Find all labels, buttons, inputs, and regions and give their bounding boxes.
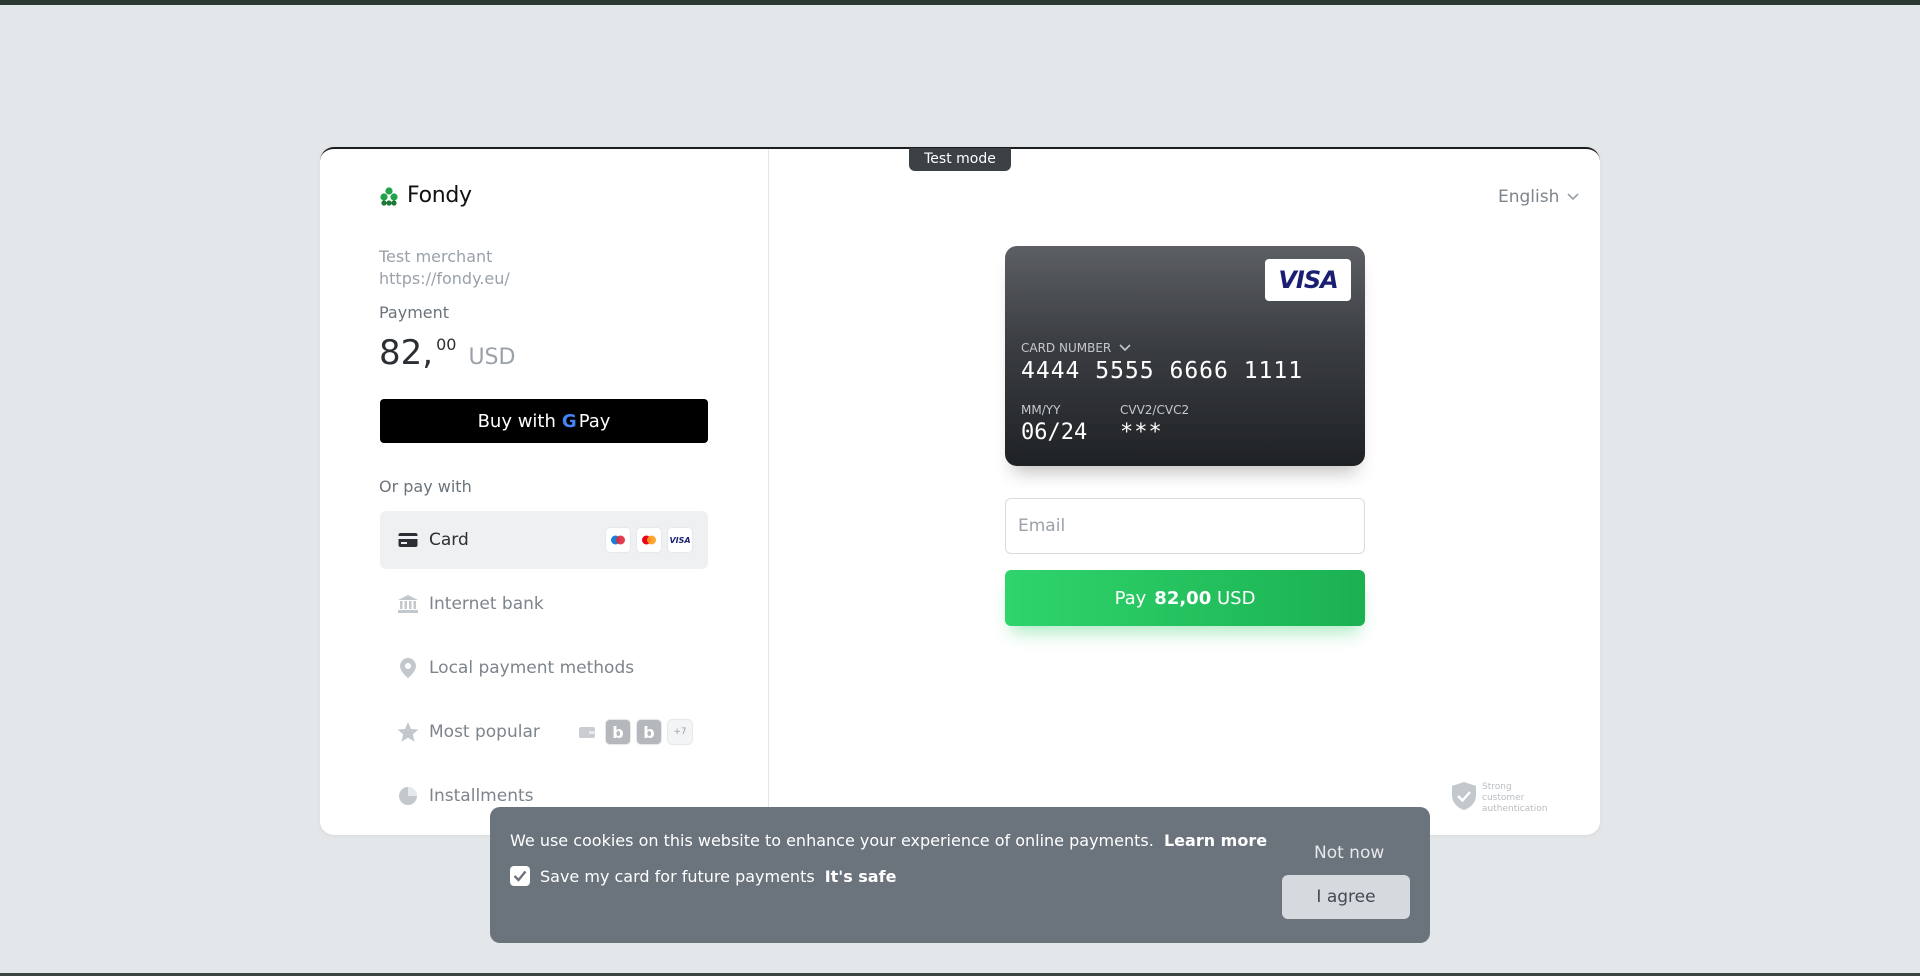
sca-text: Strong customer authentication xyxy=(1482,782,1548,814)
or-pay-with-label: Or pay with xyxy=(379,477,472,496)
more-methods-badge: +7 xyxy=(668,720,692,744)
payment-label: Payment xyxy=(379,303,450,322)
visa-icon: VISA xyxy=(668,528,692,552)
gpay-suffix: Pay xyxy=(578,410,611,432)
wallet-icon xyxy=(575,720,599,744)
merchant-url: https://fondy.eu/ xyxy=(379,269,510,288)
its-safe-link[interactable]: It's safe xyxy=(825,867,897,886)
pie-chart-icon xyxy=(397,785,419,807)
learn-more-link[interactable]: Learn more xyxy=(1164,831,1267,850)
email-field[interactable] xyxy=(1005,498,1365,554)
google-g-icon: G xyxy=(561,410,577,432)
not-now-button[interactable]: Not now xyxy=(1314,843,1384,863)
card-brand-badges: VISA xyxy=(606,528,692,552)
check-icon xyxy=(513,870,527,882)
expiry-label: MM/YY xyxy=(1021,403,1061,417)
method-label: Internet bank xyxy=(429,594,544,614)
mastercard-icon xyxy=(637,528,661,552)
amount-integer: 82, xyxy=(379,333,434,373)
pay-button[interactable]: Pay 82,00 USD xyxy=(1005,570,1365,626)
popular-badges: b b +7 xyxy=(575,720,692,744)
gpay-prefix: Buy with xyxy=(477,410,556,432)
cookie-banner: We use cookies on this website to enhanc… xyxy=(490,807,1430,943)
amount-currency: USD xyxy=(468,345,516,370)
chevron-down-icon xyxy=(1567,193,1579,201)
cvv-label: CVV2/CVC2 xyxy=(1120,403,1190,417)
cvv-input[interactable]: *** xyxy=(1120,420,1163,445)
save-card-row: Save my card for future payments It's sa… xyxy=(510,866,896,886)
cookie-message: We use cookies on this website to enhanc… xyxy=(510,831,1268,850)
expiry-input[interactable]: 06/24 xyxy=(1021,420,1087,445)
method-local-payment[interactable]: Local payment methods xyxy=(380,639,708,697)
method-internet-bank[interactable]: Internet bank xyxy=(380,575,708,633)
language-label: English xyxy=(1498,187,1560,207)
method-label: Card xyxy=(429,530,469,550)
pay-currency: USD xyxy=(1216,587,1256,609)
method-most-popular[interactable]: Most popular b b +7 xyxy=(380,703,708,761)
brand-name: Fondy xyxy=(407,183,472,208)
maestro-icon xyxy=(606,528,630,552)
test-mode-badge: Test mode xyxy=(909,148,1011,171)
save-card-checkbox[interactable] xyxy=(510,866,530,886)
visa-logo: VISA xyxy=(1265,259,1351,301)
method-label: Local payment methods xyxy=(429,658,635,678)
star-icon xyxy=(397,721,419,743)
fondy-logo: Fondy xyxy=(379,183,472,208)
method-label: Installments xyxy=(429,786,534,806)
card-number-input[interactable]: 4444 5555 6666 1111 xyxy=(1021,358,1303,384)
b-service-icon: b xyxy=(637,720,661,744)
checkout-container: Fondy Test merchant https://fondy.eu/ Pa… xyxy=(320,147,1600,835)
order-summary-panel: Fondy Test merchant https://fondy.eu/ Pa… xyxy=(320,149,769,835)
google-pay-button[interactable]: Buy with G Pay xyxy=(380,399,708,443)
language-selector[interactable]: English xyxy=(1498,187,1579,207)
card-preview: VISA CARD NUMBER 4444 5555 6666 1111 MM/… xyxy=(1005,246,1365,466)
method-label: Most popular xyxy=(429,722,540,742)
fondy-logo-icon xyxy=(380,186,398,206)
shield-check-icon xyxy=(1452,782,1476,810)
payment-amount: 82, 00 USD xyxy=(379,333,515,373)
method-card[interactable]: Card VISA xyxy=(380,511,708,569)
location-icon xyxy=(397,657,419,679)
amount-decimal: 00 xyxy=(436,335,457,354)
card-icon xyxy=(397,529,419,551)
pay-amount: 82,00 xyxy=(1154,587,1212,609)
agree-button[interactable]: I agree xyxy=(1282,875,1410,919)
sca-badge: Strong customer authentication xyxy=(1452,782,1548,815)
merchant-info: Test merchant https://fondy.eu/ xyxy=(379,246,510,290)
pay-label: Pay xyxy=(1114,587,1147,609)
browser-top-bar xyxy=(0,0,1920,5)
b-service-icon: b xyxy=(606,720,630,744)
card-number-label[interactable]: CARD NUMBER xyxy=(1021,341,1131,355)
chevron-down-icon xyxy=(1119,344,1131,352)
save-card-label: Save my card for future payments xyxy=(540,866,815,886)
merchant-name: Test merchant xyxy=(379,247,493,266)
bank-icon xyxy=(397,593,419,615)
